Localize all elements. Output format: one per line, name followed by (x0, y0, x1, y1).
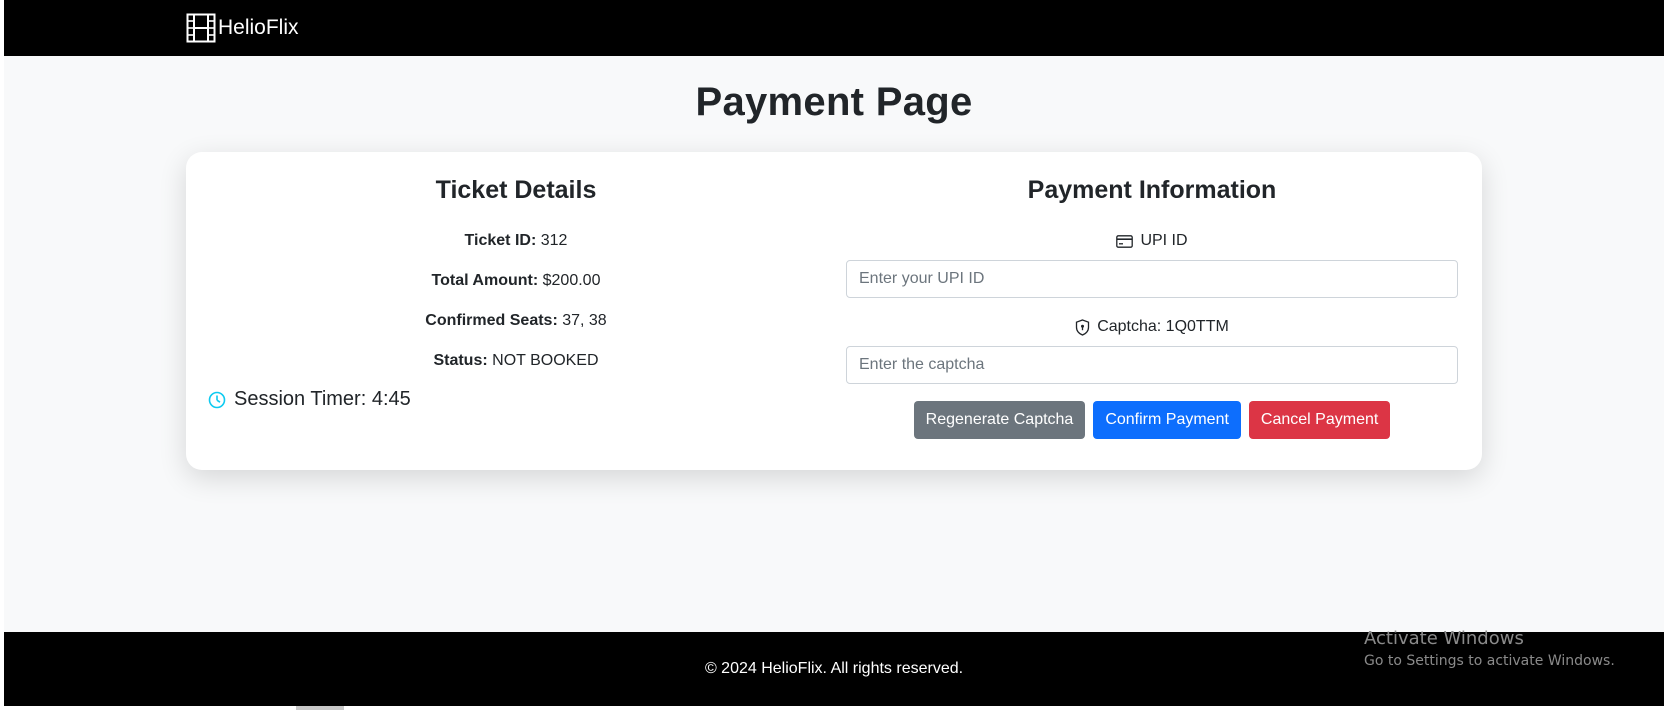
captcha-input[interactable] (846, 346, 1458, 384)
ticket-id-label: Ticket ID: (464, 232, 537, 249)
status-label: Status: (433, 352, 488, 369)
session-timer: Session Timer: 4:45 (208, 388, 411, 411)
status-value: NOT BOOKED (492, 352, 599, 369)
brand-name: HelioFlix (218, 16, 299, 39)
confirmed-seats-row: Confirmed Seats: 37, 38 (186, 312, 846, 330)
ticket-id-value: 312 (540, 232, 568, 249)
watermark-title: Activate Windows (1364, 628, 1524, 649)
confirm-payment-button[interactable]: Confirm Payment (1093, 401, 1241, 439)
cancel-payment-button[interactable]: Cancel Payment (1248, 401, 1391, 439)
credit-card-icon (1116, 234, 1134, 248)
brand-link[interactable]: HelioFlix (186, 12, 299, 44)
upi-id-input[interactable] (846, 260, 1458, 298)
total-amount-label: Total Amount: (431, 272, 539, 289)
status-row: Status: NOT BOOKED (186, 352, 846, 370)
captcha-label-text: Captcha: 1Q0TTM (1097, 318, 1229, 335)
total-amount-value: $200.00 (542, 272, 601, 289)
film-icon (186, 13, 216, 43)
payment-card: Ticket Details Ticket ID: 312 Total Amou… (186, 152, 1482, 470)
confirmed-seats-label: Confirmed Seats: (425, 312, 558, 329)
ticket-details-title: Ticket Details (435, 176, 597, 204)
ticket-id-row: Ticket ID: 312 (186, 232, 846, 250)
shield-icon (1076, 318, 1090, 336)
page-title: Payment Page (695, 80, 973, 124)
clock-icon (208, 391, 226, 408)
regenerate-captcha-button[interactable]: Regenerate Captcha (913, 401, 1086, 439)
payment-information-title: Payment Information (1027, 176, 1277, 204)
session-timer-text: Session Timer: 4:45 (234, 388, 411, 410)
total-amount-row: Total Amount: $200.00 (186, 272, 846, 290)
captcha-label: Captcha: 1Q0TTM (846, 318, 1458, 336)
horizontal-scrollbar-thumb[interactable] (296, 706, 344, 710)
watermark-subtitle: Go to Settings to activate Windows. (1364, 653, 1615, 669)
page-frame: HelioFlix Payment Page Ticket Details Ti… (4, 0, 1664, 706)
upi-id-label-text: UPI ID (1140, 232, 1188, 249)
activate-windows-watermark: Activate Windows Go to Settings to activ… (1364, 628, 1615, 669)
payment-actions: Regenerate Captcha Confirm Payment Cance… (846, 401, 1458, 439)
upi-id-label: UPI ID (846, 232, 1458, 250)
confirmed-seats-value: 37, 38 (562, 312, 607, 329)
navbar: HelioFlix (4, 0, 1664, 56)
